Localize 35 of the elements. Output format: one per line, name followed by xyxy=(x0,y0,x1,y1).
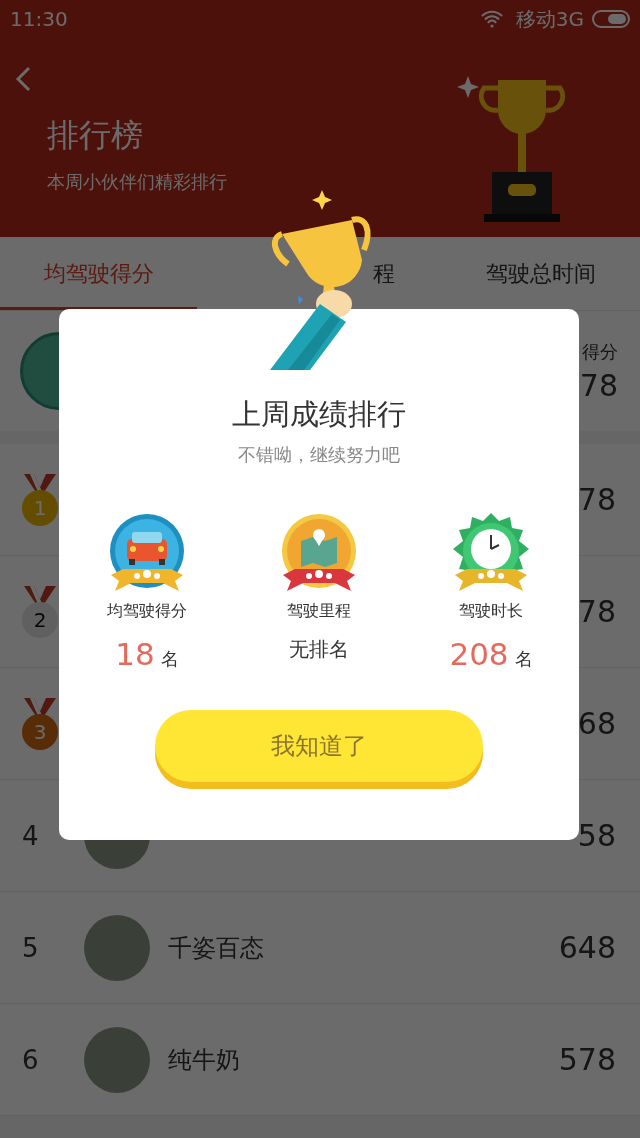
rank-unit: 名 xyxy=(160,647,179,671)
wifi-icon xyxy=(479,10,504,28)
back-icon[interactable] xyxy=(14,66,32,92)
carrier-label: 移动3G xyxy=(515,5,584,33)
score: 68 xyxy=(577,706,616,741)
battery-icon xyxy=(592,10,630,28)
dialog-title: 上周成绩排行 xyxy=(232,396,406,433)
tab[interactable]: 驾驶总时间 xyxy=(442,237,640,310)
rank-value: 无排名 xyxy=(289,636,349,663)
stat-label: 驾驶时长 xyxy=(459,601,523,622)
score: 58 xyxy=(577,818,616,853)
ranking-row[interactable]: 5 千姿百态 648 xyxy=(0,892,640,1004)
score: 78 xyxy=(577,594,616,629)
score: 78 xyxy=(577,482,616,517)
page-title: 排行榜 xyxy=(47,115,143,156)
user-name: 千姿百态 xyxy=(168,932,265,964)
rank-number: 4 xyxy=(22,820,39,851)
score-label: 得分 xyxy=(582,339,618,364)
score: 578 xyxy=(558,1042,616,1077)
rank-value: 208 xyxy=(449,636,509,672)
user-name: 纯牛奶 xyxy=(168,1044,241,1076)
status-time: 11:30 xyxy=(10,7,68,31)
rank-number: 6 xyxy=(22,1044,39,1075)
tab[interactable]: 均驾驶得分 xyxy=(0,237,198,310)
ranking-row[interactable]: 6 纯牛奶 578 xyxy=(0,1004,640,1116)
stat-label: 均驾驶得分 xyxy=(107,601,187,622)
page-subtitle: 本周小伙伴们精彩排行 xyxy=(47,170,227,194)
score: 648 xyxy=(558,930,616,965)
rank-number: 5 xyxy=(22,932,39,963)
rank-value: 18 xyxy=(115,636,155,672)
score: 78 xyxy=(579,367,618,403)
tab[interactable]: 程 xyxy=(197,237,443,310)
rank-unit: 名 xyxy=(514,647,533,671)
dialog-subtitle: 不错呦，继续努力吧 xyxy=(238,443,400,467)
stat-label: 驾驶里程 xyxy=(287,601,351,622)
